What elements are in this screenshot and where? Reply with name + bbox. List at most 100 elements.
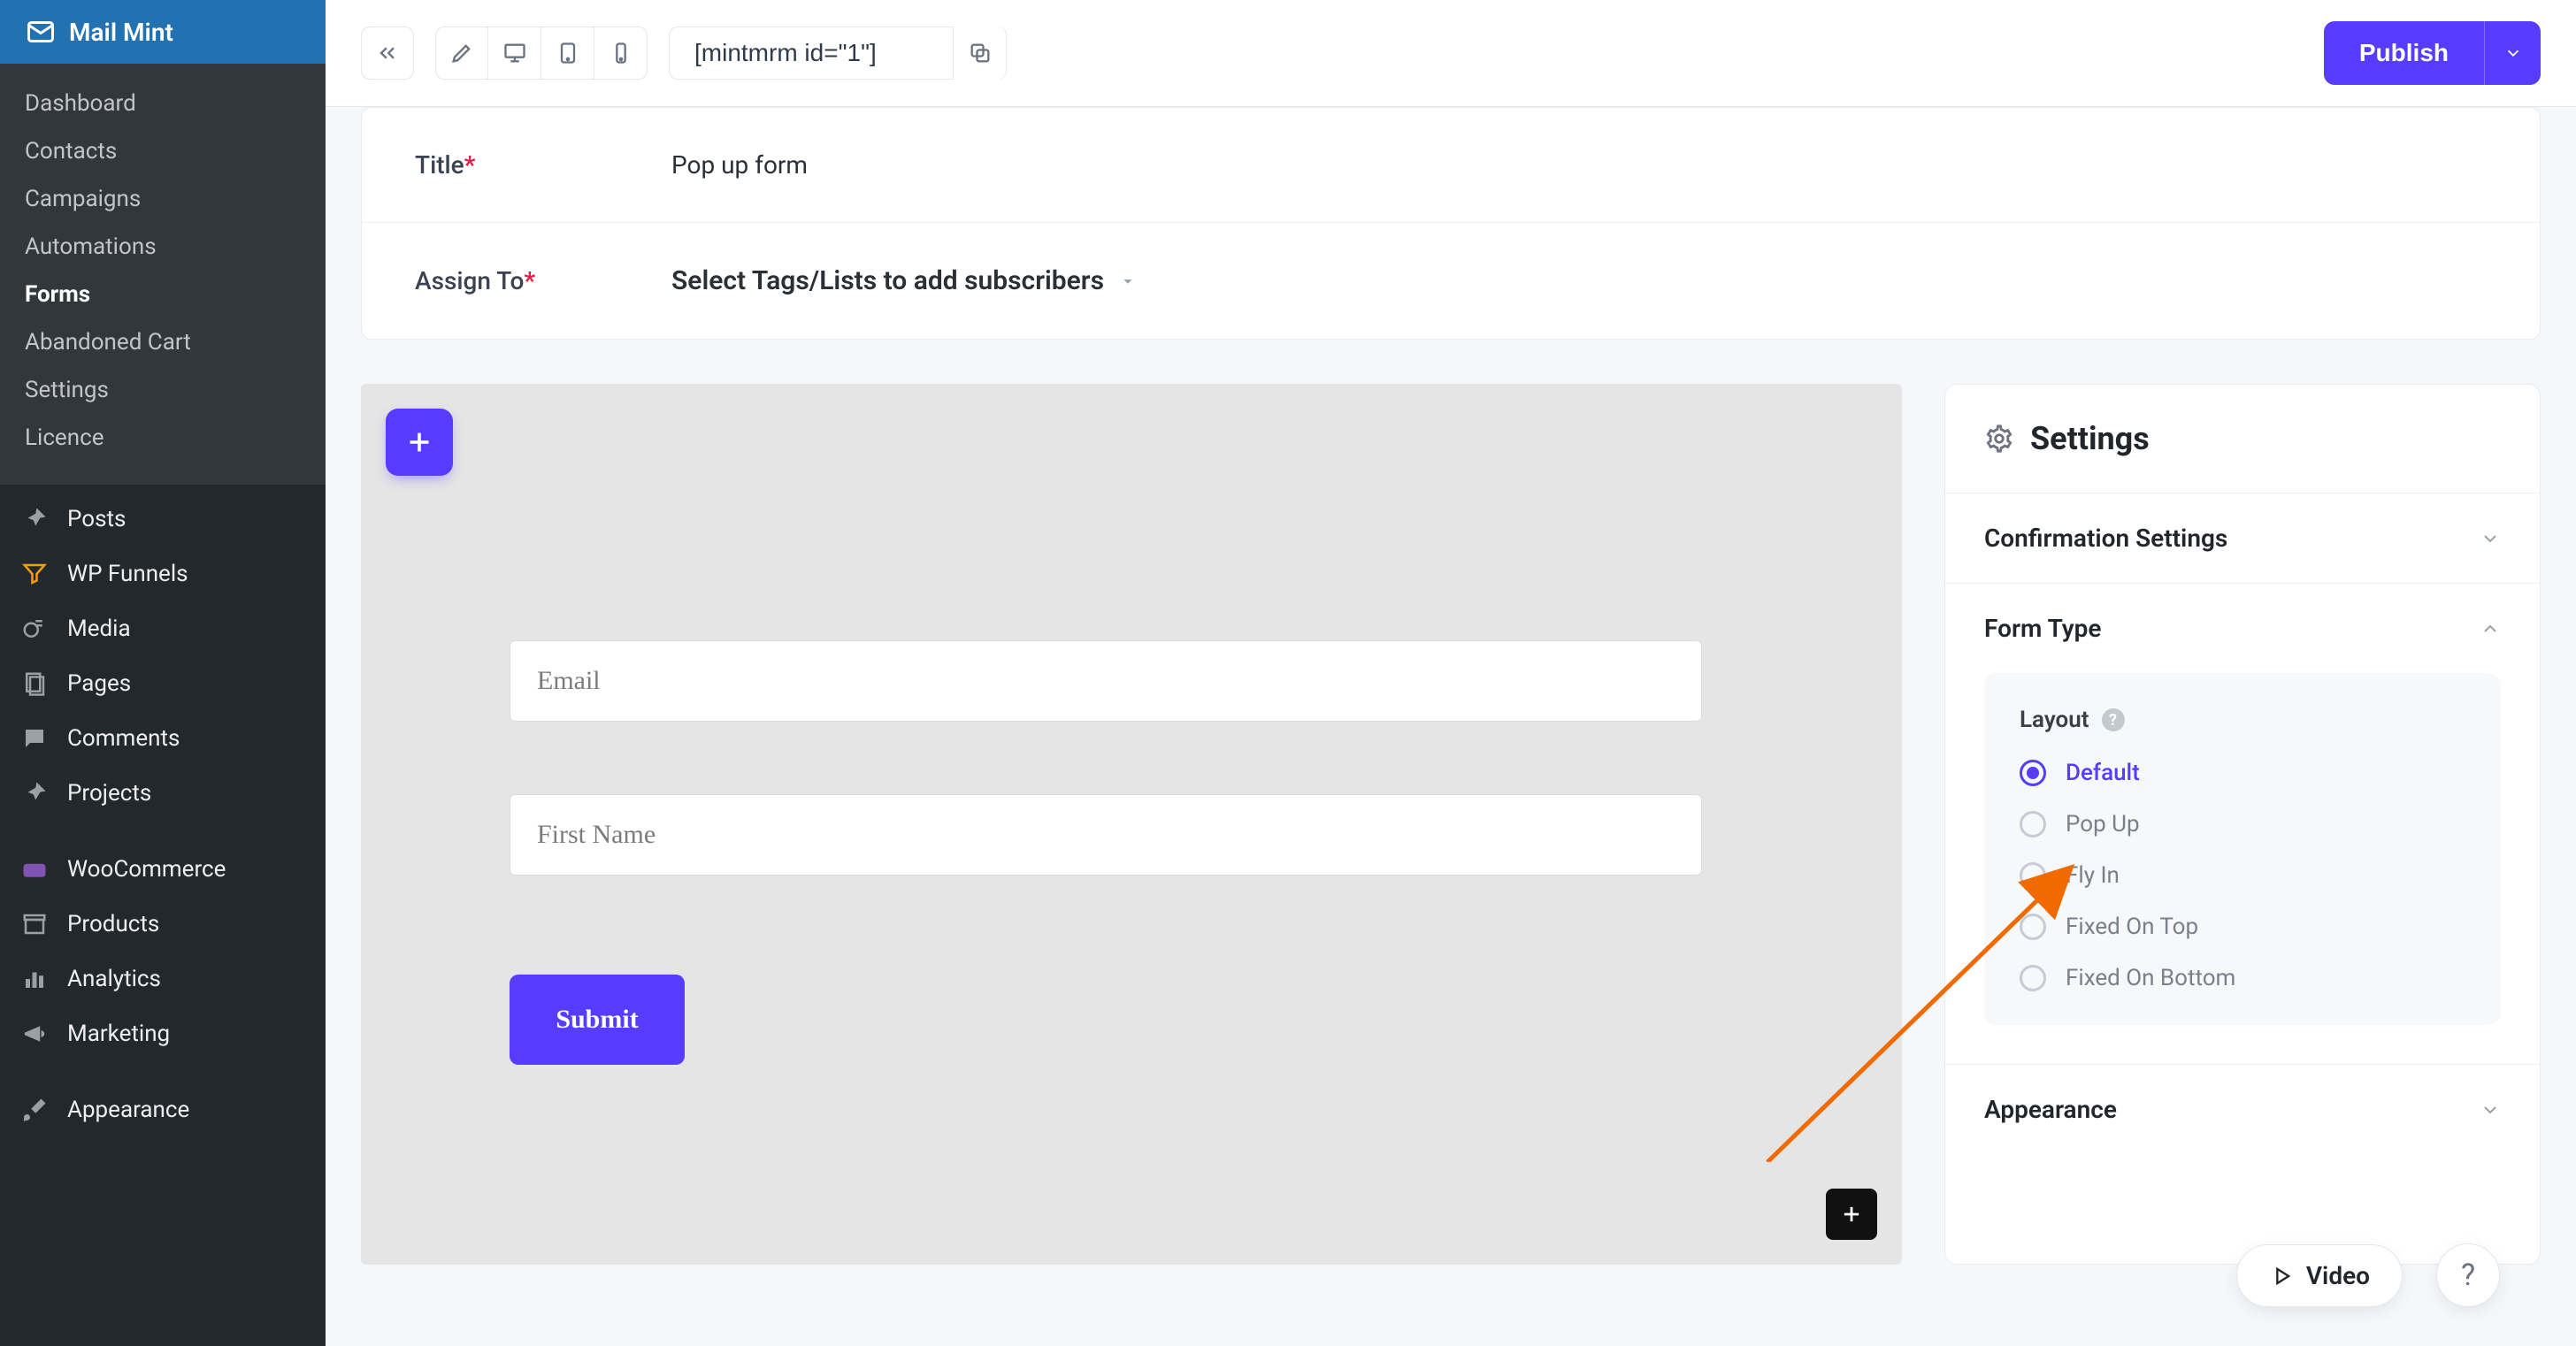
title-row: Title* Pop up form [362, 108, 2540, 222]
radio-icon [2020, 760, 2046, 786]
sidebar-item-analytics[interactable]: Analytics [0, 952, 326, 1006]
publish-dropdown-button[interactable] [2484, 21, 2541, 85]
brand[interactable]: Mail Mint [0, 0, 326, 64]
radio-icon [2020, 811, 2046, 837]
sidebar-item-products[interactable]: Products [0, 897, 326, 952]
submit-button[interactable]: Submit [510, 975, 685, 1065]
brush-icon [19, 1097, 50, 1123]
assign-placeholder: Select Tags/Lists to add subscribers [671, 265, 1104, 296]
section-title: Confirmation Settings [1984, 524, 2227, 553]
add-block-button[interactable] [386, 409, 453, 476]
sidebar-item-label: Media [67, 616, 131, 642]
publish-button[interactable]: Publish [2324, 21, 2484, 85]
sidebar-item-marketing[interactable]: Marketing [0, 1006, 326, 1061]
email-field[interactable] [510, 640, 1702, 722]
title-label: Title* [415, 150, 671, 180]
pencil-icon [449, 41, 474, 65]
first-name-field[interactable] [510, 794, 1702, 876]
sidebar-item-contacts[interactable]: Contacts [0, 127, 326, 175]
sidebar-item-posts[interactable]: Posts [0, 492, 326, 547]
sidebar-item-abandoned-cart[interactable]: Abandoned Cart [0, 318, 326, 366]
layout-option-flyin[interactable]: Fly In [2020, 862, 2465, 889]
mail-icon [25, 16, 57, 48]
sidebar-item-label: Projects [67, 780, 151, 807]
sidebar-item-label: Marketing [67, 1021, 170, 1047]
inspector-header: Settings [1945, 385, 2540, 493]
brand-label: Mail Mint [69, 18, 173, 47]
megaphone-icon [19, 1021, 50, 1047]
form-canvas[interactable]: Submit [361, 384, 1902, 1265]
radio-icon [2020, 862, 2046, 889]
inspector-panel: Settings Confirmation Settings Form Type [1944, 384, 2541, 1265]
shortcode-input[interactable] [670, 27, 953, 79]
device-preview-group [435, 27, 648, 80]
sidebar-item-label: WP Funnels [67, 561, 188, 587]
layout-title: Layout ? [2020, 707, 2465, 733]
layout-box: Layout ? Default Pop Up Fly In Fixed On … [1984, 673, 2501, 1025]
sidebar-item-label: WooCommerce [67, 856, 226, 883]
sidebar-item-dashboard[interactable]: Dashboard [0, 80, 326, 127]
help-button[interactable]: ? [2436, 1243, 2500, 1307]
sidebar-item-comments[interactable]: Comments [0, 711, 326, 766]
collapse-button[interactable] [361, 27, 414, 80]
assign-label: Assign To* [415, 266, 671, 295]
radio-icon [2020, 914, 2046, 940]
radio-label: Pop Up [2066, 811, 2140, 837]
comment-icon [19, 725, 50, 752]
chevron-up-icon [2480, 618, 2501, 639]
plus-icon [1839, 1202, 1864, 1227]
video-help-button[interactable]: Video [2236, 1244, 2403, 1307]
title-value[interactable]: Pop up form [671, 150, 808, 180]
sidebar-item-licence[interactable]: Licence [0, 414, 326, 462]
caret-down-icon [1118, 271, 1138, 291]
section-confirmation: Confirmation Settings [1945, 493, 2540, 584]
pin-icon [19, 780, 50, 807]
chevron-down-icon [2503, 43, 2523, 63]
chevron-down-icon [2480, 528, 2501, 549]
copy-shortcode-button[interactable] [953, 27, 1006, 80]
sidebar-item-appearance[interactable]: Appearance [0, 1082, 326, 1137]
mobile-icon [609, 41, 633, 65]
sidebar-item-wpfunnels[interactable]: WP Funnels [0, 547, 326, 601]
sidebar-item-forms[interactable]: Forms [0, 271, 326, 318]
form-preview: Submit [510, 640, 1702, 1065]
sidebar-item-automations[interactable]: Automations [0, 223, 326, 271]
add-block-bottom-button[interactable] [1826, 1189, 1877, 1240]
section-confirmation-toggle[interactable]: Confirmation Settings [1945, 493, 2540, 583]
preview-tablet-button[interactable] [541, 27, 594, 80]
layout-option-popup[interactable]: Pop Up [2020, 811, 2465, 837]
help-icon[interactable]: ? [2102, 708, 2125, 731]
help-label: ? [2461, 1258, 2475, 1293]
main: Publish Title* Pop up form Assign To* Se… [326, 0, 2576, 1346]
desktop-icon [502, 41, 527, 65]
chevrons-left-icon [375, 41, 400, 65]
sidebar-item-woocommerce[interactable]: WooCommerce [0, 842, 326, 897]
sidebar-item-settings[interactable]: Settings [0, 366, 326, 414]
sidebar-item-media[interactable]: Media [0, 601, 326, 656]
sidebar-item-label: Analytics [67, 966, 161, 992]
video-label: Video [2306, 1261, 2370, 1290]
preview-mobile-button[interactable] [594, 27, 648, 80]
assign-select[interactable]: Select Tags/Lists to add subscribers [671, 265, 1138, 296]
nav-secondary: Posts WP Funnels Media Pages Comments Pr… [0, 485, 326, 1144]
page-icon [19, 670, 50, 697]
edit-button[interactable] [435, 27, 488, 80]
play-icon [2269, 1264, 2294, 1289]
shortcode-box [669, 27, 1007, 80]
sidebar-item-projects[interactable]: Projects [0, 766, 326, 821]
layout-option-default[interactable]: Default [2020, 760, 2465, 786]
sidebar-item-campaigns[interactable]: Campaigns [0, 175, 326, 223]
sidebar-item-pages[interactable]: Pages [0, 656, 326, 711]
plus-icon [403, 426, 435, 458]
section-appearance-toggle[interactable]: Appearance [1945, 1065, 2540, 1154]
topbar: Publish [326, 0, 2576, 107]
sidebar-item-label: Appearance [67, 1097, 189, 1123]
form-meta-card: Title* Pop up form Assign To* Select Tag… [361, 107, 2541, 340]
section-form-type-toggle[interactable]: Form Type [1945, 584, 2540, 673]
layout-option-fixed-bottom[interactable]: Fixed On Bottom [2020, 965, 2465, 991]
gear-icon [1984, 424, 2014, 454]
preview-desktop-button[interactable] [488, 27, 541, 80]
radio-label: Fixed On Top [2066, 914, 2198, 940]
layout-option-fixed-top[interactable]: Fixed On Top [2020, 914, 2465, 940]
sidebar-item-label: Posts [67, 506, 126, 532]
